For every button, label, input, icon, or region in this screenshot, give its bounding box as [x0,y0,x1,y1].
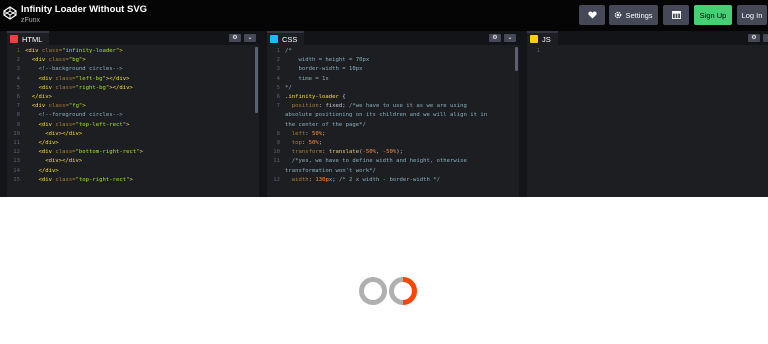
top-header: Infinity Loader Without SVG zFunx Settin… [0,0,768,31]
signup-button[interactable]: Sign Up [694,5,732,25]
heart-icon [587,11,597,19]
tab-html-label: HTML [22,34,43,44]
settings-label: Settings [625,10,653,20]
editor-area: HTML ⚙ ⌄ 1 <div class="infinity-loader"> … [0,31,768,197]
infinity-loader-icon [359,277,417,305]
left-background-ring [359,277,387,305]
codepen-logo-icon[interactable] [3,6,17,20]
change-view-button[interactable] [663,5,689,25]
js-editor-pane: JS ⚙ ⌄ 1 [527,31,768,197]
tab-js[interactable]: JS [527,31,558,45]
js-badge-icon [530,35,538,43]
layout-icon [671,11,681,19]
css-settings-icon[interactable]: ⚙ [489,34,501,42]
login-button[interactable]: Log In [737,5,767,25]
foreground-arc [402,277,417,305]
html-editor-pane: HTML ⚙ ⌄ 1 <div class="infinity-loader"> … [7,31,259,197]
settings-button[interactable]: Settings [609,5,658,25]
html-code[interactable]: 1 <div class="infinity-loader"> 2 <div cl… [7,47,259,197]
html-collapse-icon[interactable]: ⌄ [244,34,256,42]
js-collapse-icon[interactable]: ⌄ [763,34,768,42]
html-settings-icon[interactable]: ⚙ [229,34,241,42]
html-scrollbar[interactable] [255,47,258,113]
js-code[interactable]: 1 [527,47,768,197]
tab-css[interactable]: CSS [267,31,305,45]
css-editor-pane: CSS ⚙ ⌄ 1/* 2 width = height = 70px 3 bo… [267,31,519,197]
heart-button[interactable] [579,5,605,25]
tab-js-label: JS [542,34,551,44]
css-code[interactable]: 1/* 2 width = height = 70px 3 border-wid… [267,47,519,197]
css-badge-icon [270,35,278,43]
project-title[interactable]: Infinity Loader Without SVG [21,4,147,15]
js-tab-bar [527,31,768,45]
js-settings-icon[interactable]: ⚙ [748,34,760,42]
tab-css-label: CSS [282,34,298,44]
html-badge-icon [10,35,18,43]
project-author[interactable]: zFunx [21,17,40,24]
css-tab-bar [267,31,519,45]
css-collapse-icon[interactable]: ⌄ [504,34,516,42]
preview-area [0,197,768,344]
gear-icon [615,11,622,19]
css-scrollbar[interactable] [515,47,518,71]
tab-html[interactable]: HTML [7,31,50,45]
